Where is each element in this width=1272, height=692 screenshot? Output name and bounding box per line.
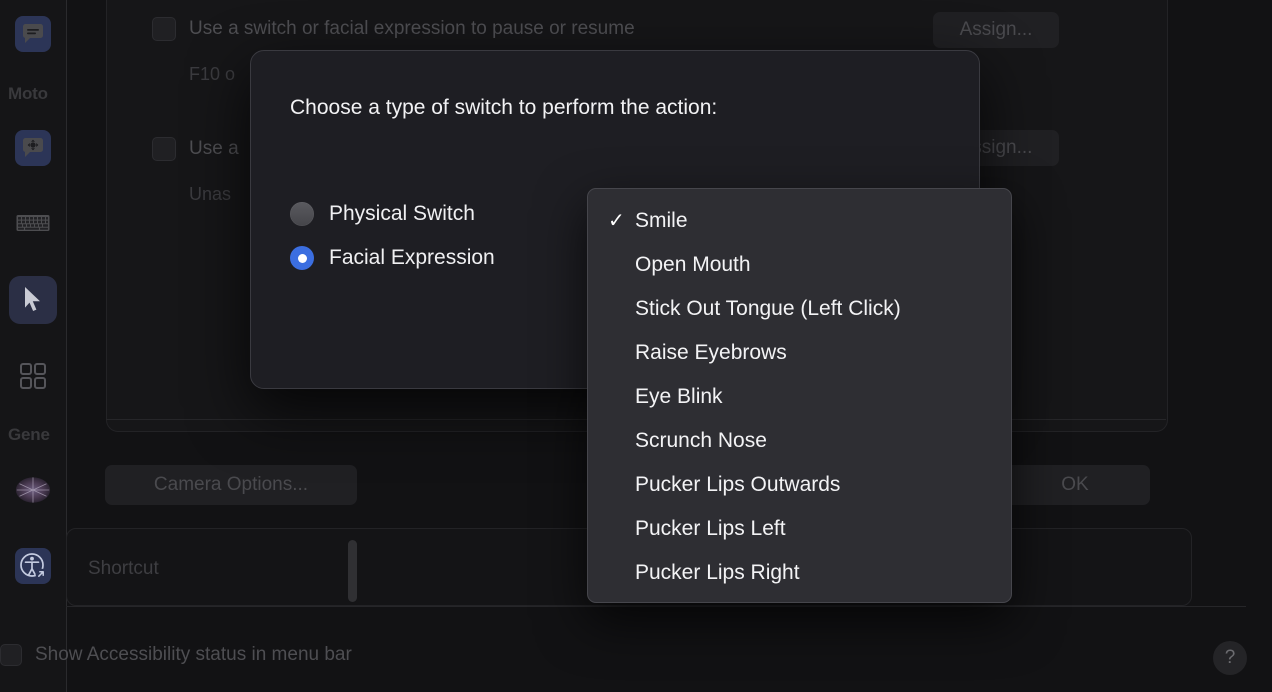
sidebar-item-keyboard[interactable] — [9, 200, 57, 248]
siri-orb-icon — [15, 472, 51, 508]
cursor-arrow-icon — [15, 282, 51, 318]
menu-item[interactable]: Eye Blink — [588, 375, 1011, 419]
camera-options-button[interactable]: Camera Options... — [105, 465, 357, 505]
menubar-status-row[interactable]: Show Accessibility status in menu bar — [0, 644, 352, 666]
menu-item-label: Pucker Lips Right — [635, 561, 800, 585]
vertical-scrollbar[interactable] — [348, 540, 357, 602]
radio-facial-expression[interactable]: Facial Expression — [290, 246, 495, 270]
menu-item[interactable]: Stick Out Tongue (Left Click) — [588, 287, 1011, 331]
menu-item[interactable]: ✓ Smile — [588, 199, 1011, 243]
menu-item-label: Stick Out Tongue (Left Click) — [635, 297, 901, 321]
menubar-status-checkbox[interactable] — [0, 644, 22, 666]
switch-pause-resume-row[interactable]: Use a switch or facial expression to pau… — [152, 17, 635, 41]
menu-item[interactable]: Pucker Lips Outwards — [588, 463, 1011, 507]
sidebar-section-label-general: Gene — [8, 425, 50, 445]
switch-action-shortcut: Unas — [189, 184, 231, 205]
menu-item-label: Smile — [635, 209, 688, 233]
ok-button[interactable]: OK — [1000, 465, 1150, 505]
menubar-status-label: Show Accessibility status in menu bar — [35, 644, 352, 666]
sidebar-item-siri[interactable] — [9, 466, 57, 514]
switch-pause-resume-checkbox[interactable] — [152, 17, 176, 41]
menu-item-label: Open Mouth — [635, 253, 751, 277]
menu-item[interactable]: Scrunch Nose — [588, 419, 1011, 463]
facial-expression-popup-menu[interactable]: ✓ Smile Open Mouth Stick Out Tongue (Lef… — [587, 188, 1012, 603]
menu-item-label: Pucker Lips Outwards — [635, 473, 840, 497]
speech-bubble-pointer-icon — [15, 130, 51, 166]
menu-item-label: Scrunch Nose — [635, 429, 767, 453]
radio-label-physical-switch: Physical Switch — [329, 202, 475, 226]
menu-item[interactable]: Open Mouth — [588, 243, 1011, 287]
sidebar-item-grid[interactable] — [9, 352, 57, 400]
switch-action-row[interactable]: Use a — [152, 137, 239, 161]
shortcut-label: Shortcut — [88, 558, 159, 580]
accessibility-icon — [15, 548, 51, 584]
menu-item-label: Pucker Lips Left — [635, 517, 786, 541]
screen-root: Moto — [0, 0, 1272, 692]
grid-squares-icon — [15, 358, 51, 394]
sidebar-item-pointer[interactable] — [9, 276, 57, 324]
sidebar-item-accessibility[interactable] — [9, 542, 57, 590]
radio-label-facial-expression: Facial Expression — [329, 246, 495, 270]
keyboard-icon — [15, 206, 51, 242]
radio-physical-switch[interactable]: Physical Switch — [290, 202, 475, 226]
help-button[interactable]: ? — [1213, 641, 1247, 675]
assign-button-pause-resume[interactable]: Assign... — [933, 12, 1059, 48]
sidebar: Moto — [0, 0, 67, 692]
radio-button-physical-switch[interactable] — [290, 202, 314, 226]
sheet-title: Choose a type of switch to perform the a… — [290, 96, 717, 120]
menu-item[interactable]: Pucker Lips Right — [588, 551, 1011, 595]
menu-item[interactable]: Pucker Lips Left — [588, 507, 1011, 551]
sidebar-item-speech-bubble[interactable] — [9, 10, 57, 58]
switch-action-label: Use a — [189, 138, 239, 160]
speech-bubble-icon — [15, 16, 51, 52]
menu-item[interactable]: Raise Eyebrows — [588, 331, 1011, 375]
sidebar-item-pointer-control[interactable] — [9, 124, 57, 172]
menu-item-label: Eye Blink — [635, 385, 723, 409]
switch-pause-resume-shortcut: F10 o — [189, 64, 235, 85]
checkmark-icon: ✓ — [608, 211, 635, 231]
switch-action-checkbox[interactable] — [152, 137, 176, 161]
radio-button-facial-expression[interactable] — [290, 246, 314, 270]
switch-pause-resume-label: Use a switch or facial expression to pau… — [189, 18, 635, 40]
menu-item-label: Raise Eyebrows — [635, 341, 787, 365]
sidebar-section-label-motor: Moto — [8, 84, 48, 104]
bottom-divider — [66, 606, 1246, 607]
